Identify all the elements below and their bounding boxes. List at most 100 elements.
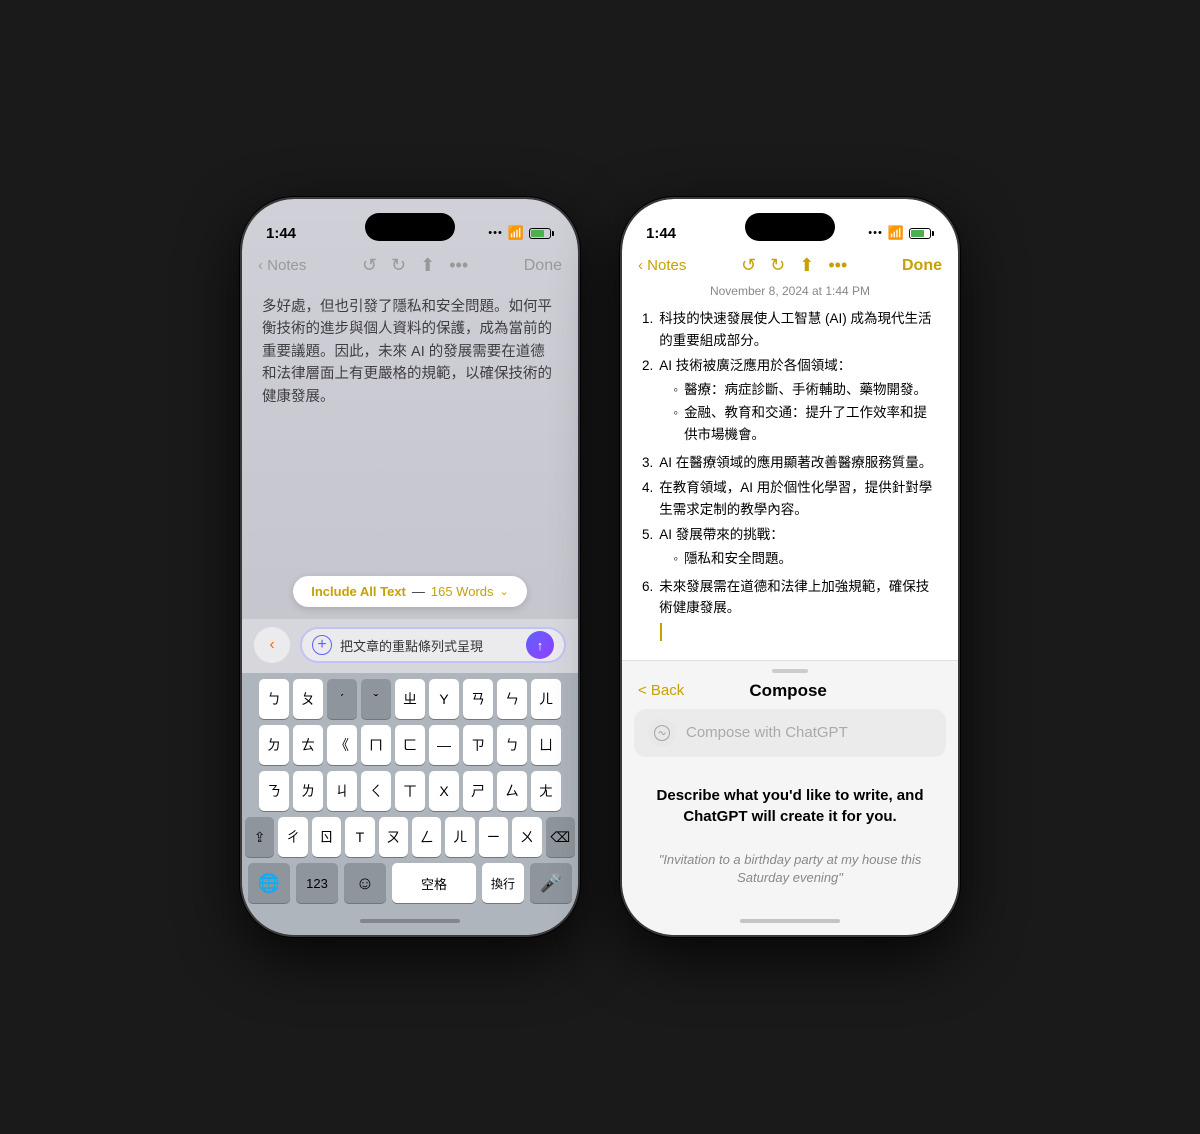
signal-icon-1: ••• bbox=[488, 227, 503, 239]
numbers-key[interactable]: 123 bbox=[296, 863, 338, 903]
battery-icon-1 bbox=[529, 228, 554, 239]
more-icon-1[interactable]: ••• bbox=[449, 255, 468, 276]
key-y[interactable]: Y bbox=[429, 679, 459, 719]
compose-title: Compose bbox=[749, 681, 826, 701]
list-item: 6. 未來發展需在道德和法律上加強規範，確保技術健康發展。 bbox=[642, 576, 938, 619]
send-icon: ↑ bbox=[537, 638, 544, 653]
key-er[interactable]: ㄦ bbox=[531, 679, 561, 719]
key-ba[interactable]: ㄅ bbox=[497, 725, 527, 765]
key-po[interactable]: ㄆ bbox=[293, 679, 323, 719]
share-icon-2[interactable]: ⬆ bbox=[799, 255, 814, 276]
key-zh[interactable]: ㄓ bbox=[395, 679, 425, 719]
key-m[interactable]: ㄇ bbox=[361, 725, 391, 765]
emoji-key[interactable]: ☺ bbox=[344, 863, 386, 903]
wifi-icon-1: 📶 bbox=[508, 225, 524, 241]
key-s[interactable]: ㄙ bbox=[497, 771, 527, 811]
send-button[interactable]: ↑ bbox=[526, 631, 554, 659]
key-r2[interactable]: ㄩ bbox=[531, 725, 561, 765]
wifi-icon-2: 📶 bbox=[888, 225, 904, 241]
key-tone2[interactable]: ˊ bbox=[327, 679, 357, 719]
compose-example: "Invitation to a birthday party at my ho… bbox=[622, 843, 958, 907]
key-sh[interactable]: ㄕ bbox=[463, 771, 493, 811]
key-ch[interactable]: ㄔ bbox=[278, 817, 307, 857]
undo-icon-2[interactable]: ↺ bbox=[741, 255, 756, 276]
back-button-2[interactable]: ‹ Notes bbox=[638, 257, 686, 274]
key-an[interactable]: ㄢ bbox=[463, 679, 493, 719]
delete-key[interactable]: ⌫ bbox=[546, 817, 575, 857]
space-key[interactable]: 空格 bbox=[392, 863, 476, 903]
compose-input-row[interactable]: Compose with ChatGPT bbox=[634, 709, 946, 757]
list-item: 2. AI 技術被廣泛應用於各個領域： ◦ 醫療：病症診斷、手術輔助、藥物開發。… bbox=[642, 355, 938, 447]
key-dash[interactable]: — bbox=[429, 725, 459, 765]
key-ou[interactable]: ㄡ bbox=[379, 817, 408, 857]
key-ts[interactable]: ㄗ bbox=[463, 725, 493, 765]
key-d[interactable]: ㄉ bbox=[259, 725, 289, 765]
key-t[interactable]: ㄊ bbox=[293, 725, 323, 765]
list-item: 5. AI 發展帶來的挑戰： ◦ 隱私和安全問題。 bbox=[642, 524, 938, 571]
more-icon-2[interactable]: ••• bbox=[828, 255, 847, 276]
key-eng[interactable]: ㄥ bbox=[412, 817, 441, 857]
notes-content-1: 多好處，但也引發了隱私和安全問題。如何平衡技術的進步與個人資料的保護，成為當前的… bbox=[242, 284, 578, 564]
done-button-1[interactable]: Done bbox=[524, 257, 562, 275]
status-icons-2: ••• 📶 bbox=[868, 225, 934, 241]
keyboard-1[interactable]: ㄅ ㄆ ˊ ˇ ㄓ Y ㄢ ㄣ ㄦ ㄉ ㄊ 《 ㄇ ㄈ — ㄗ ㄅ ㄩ bbox=[242, 673, 578, 907]
key-n[interactable]: ㄋ bbox=[259, 771, 289, 811]
redo-icon-1[interactable]: ↻ bbox=[391, 255, 406, 276]
key-u[interactable]: ㄨ bbox=[512, 817, 541, 857]
share-icon-1[interactable]: ⬆ bbox=[420, 255, 435, 276]
key-tone3[interactable]: ˇ bbox=[361, 679, 391, 719]
undo-icon-1[interactable]: ↺ bbox=[362, 255, 377, 276]
key-q[interactable]: ㄑ bbox=[361, 771, 391, 811]
home-bar-2 bbox=[740, 919, 840, 923]
key-bo[interactable]: ㄅ bbox=[259, 679, 289, 719]
key-i[interactable]: ㄧ bbox=[479, 817, 508, 857]
key-f[interactable]: ㄈ bbox=[395, 725, 425, 765]
nav-actions-2: ↺ ↻ ⬆ ••• bbox=[741, 255, 847, 276]
globe-key[interactable]: 🌐 bbox=[248, 863, 290, 903]
compose-nav: < Back Compose bbox=[622, 677, 958, 709]
input-back-button[interactable]: ‹ bbox=[254, 627, 290, 663]
chevron-left-icon: ‹ bbox=[269, 636, 274, 654]
keyboard-bottom-row: 🌐 123 ☺ 空格 換行 🎤 bbox=[245, 863, 575, 903]
key-x2[interactable]: X bbox=[429, 771, 459, 811]
done-button-2[interactable]: Done bbox=[902, 257, 942, 275]
status-time-2: 1:44 bbox=[646, 225, 676, 242]
key-er2[interactable]: ㄦ bbox=[445, 817, 474, 857]
key-l[interactable]: ㄌ bbox=[293, 771, 323, 811]
battery-icon-2 bbox=[909, 228, 934, 239]
compose-back-button[interactable]: < Back bbox=[638, 682, 684, 699]
key-r[interactable]: ㄖ bbox=[312, 817, 341, 857]
key-lq[interactable]: 《 bbox=[327, 725, 357, 765]
keyboard-row-1: ㄅ ㄆ ˊ ˇ ㄓ Y ㄢ ㄣ ㄦ bbox=[245, 679, 575, 719]
mic-key[interactable]: 🎤 bbox=[530, 863, 572, 903]
key-ang[interactable]: ㄤ bbox=[531, 771, 561, 811]
key-en[interactable]: ㄣ bbox=[497, 679, 527, 719]
compose-input-placeholder: Compose with ChatGPT bbox=[686, 724, 848, 741]
input-field-wrapper[interactable]: + 把文章的重點條列式呈現 ↑ bbox=[300, 627, 566, 663]
include-all-text-button[interactable]: Include All Text — 165 Words ⌄ bbox=[293, 576, 526, 607]
keyboard-row-4: ⇪ ㄔ ㄖ T ㄡ ㄥ ㄦ ㄧ ㄨ ⌫ bbox=[245, 817, 575, 857]
phone-1-screen: 1:44 ••• 📶 ‹ Notes ↺ ↻ ⬆ ••• Do bbox=[242, 199, 578, 935]
plus-icon: + bbox=[312, 635, 332, 655]
key-x[interactable]: ㄒ bbox=[395, 771, 425, 811]
home-bar-1 bbox=[360, 919, 460, 923]
status-icons-1: ••• 📶 bbox=[488, 225, 554, 241]
key-j[interactable]: ㄐ bbox=[327, 771, 357, 811]
keyboard-row-3: ㄋ ㄌ ㄐ ㄑ ㄒ X ㄕ ㄙ ㄤ bbox=[245, 771, 575, 811]
status-time-1: 1:44 bbox=[266, 225, 296, 242]
redo-icon-2[interactable]: ↻ bbox=[770, 255, 785, 276]
include-pill-area: Include All Text — 165 Words ⌄ bbox=[242, 564, 578, 619]
chatgpt-icon bbox=[648, 719, 676, 747]
list-item: 3. AI 在醫療領域的應用顯著改善醫療服務質量。 bbox=[642, 452, 938, 474]
key-t2[interactable]: T bbox=[345, 817, 374, 857]
home-indicator-2 bbox=[622, 907, 958, 935]
pill-separator: — bbox=[412, 584, 425, 599]
compose-description: Describe what you'd like to write, and C… bbox=[622, 769, 958, 843]
compose-placeholder-area: Compose with ChatGPT bbox=[622, 709, 958, 769]
return-key[interactable]: 換行 bbox=[482, 863, 524, 903]
phone-2: 1:44 ••• 📶 ‹ Notes ↺ ↻ ⬆ ••• Do bbox=[620, 197, 960, 937]
signal-icon-2: ••• bbox=[868, 227, 883, 239]
home-indicator-1 bbox=[242, 907, 578, 935]
back-button-1[interactable]: ‹ Notes bbox=[258, 257, 306, 274]
key-shift[interactable]: ⇪ bbox=[245, 817, 274, 857]
